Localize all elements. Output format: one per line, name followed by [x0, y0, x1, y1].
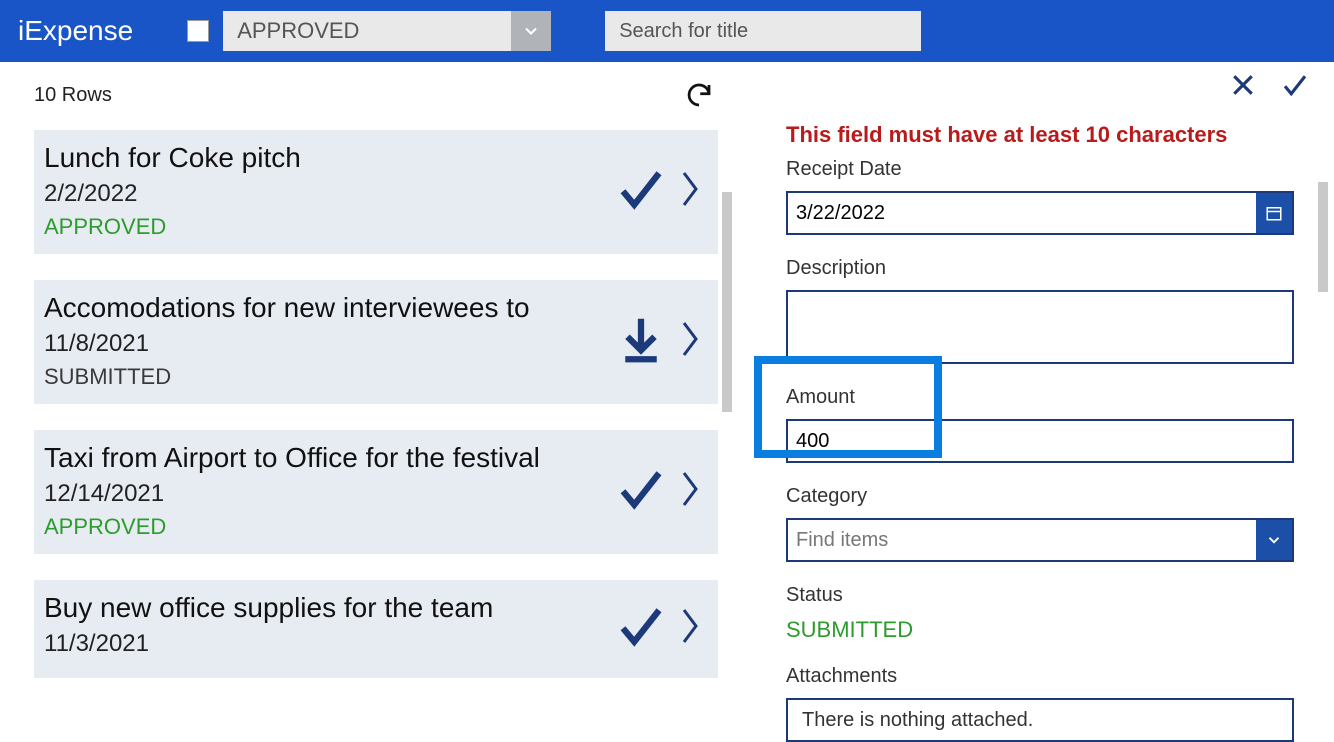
- expense-status: SUBMITTED: [44, 364, 614, 390]
- expense-status: APPROVED: [44, 214, 614, 240]
- expense-title: Lunch for Coke pitch: [44, 142, 614, 174]
- amount-label: Amount: [786, 386, 855, 409]
- status-label: Status: [786, 584, 1310, 607]
- category-input[interactable]: [788, 520, 1256, 560]
- check-icon[interactable]: [614, 599, 668, 658]
- chevron-right-icon[interactable]: [678, 167, 702, 216]
- app-title: iExpense: [18, 15, 133, 47]
- filter-select[interactable]: APPROVED: [223, 11, 551, 51]
- row-count: 10 Rows: [34, 84, 112, 107]
- receipt-date-field[interactable]: [786, 191, 1294, 235]
- filter-checkbox[interactable]: [187, 20, 209, 42]
- app-header: iExpense APPROVED: [0, 0, 1334, 62]
- detail-scrollbar[interactable]: [1318, 182, 1328, 292]
- search-input[interactable]: [605, 11, 921, 51]
- chevron-right-icon[interactable]: [678, 604, 702, 653]
- expense-card[interactable]: Taxi from Airport to Office for the fest…: [34, 430, 718, 554]
- description-input[interactable]: [786, 290, 1294, 364]
- expense-title: Taxi from Airport to Office for the fest…: [44, 442, 614, 474]
- expense-card[interactable]: Lunch for Coke pitch 2/2/2022 APPROVED: [34, 130, 718, 254]
- description-label: Description: [786, 257, 1310, 280]
- chevron-down-icon[interactable]: [1256, 520, 1292, 560]
- category-field[interactable]: [786, 518, 1294, 562]
- amount-input[interactable]: [788, 421, 1292, 461]
- attachments-empty-text: There is nothing attached.: [802, 709, 1033, 732]
- category-label: Category: [786, 485, 1310, 508]
- expense-card[interactable]: Buy new office supplies for the team 11/3…: [34, 580, 718, 678]
- detail-panel: This field must have at least 10 charact…: [740, 62, 1334, 722]
- attachments-box[interactable]: There is nothing attached.: [786, 698, 1294, 742]
- expense-title: Buy new office supplies for the team: [44, 592, 614, 624]
- expense-title: Accomodations for new interviewees to: [44, 292, 614, 324]
- chevron-right-icon[interactable]: [678, 317, 702, 366]
- receipt-date-input[interactable]: [788, 193, 1256, 233]
- status-value: SUBMITTED: [786, 617, 1310, 643]
- chevron-right-icon[interactable]: [678, 467, 702, 516]
- expense-list-panel: 10 Rows Lunch for Coke pitch 2/2/2022 APPR…: [0, 62, 740, 722]
- expense-date: 12/14/2021: [44, 480, 614, 508]
- close-icon[interactable]: [1228, 70, 1258, 105]
- expense-status: APPROVED: [44, 514, 614, 540]
- confirm-icon[interactable]: [1280, 70, 1310, 105]
- list-scrollbar[interactable]: [722, 192, 732, 412]
- check-icon[interactable]: [614, 462, 668, 521]
- calendar-icon[interactable]: [1256, 193, 1292, 233]
- validation-error: This field must have at least 10 charact…: [786, 122, 1310, 148]
- expense-date: 11/8/2021: [44, 330, 614, 358]
- expense-date: 2/2/2022: [44, 180, 614, 208]
- receipt-date-label: Receipt Date: [786, 158, 1310, 181]
- expense-date: 11/3/2021: [44, 630, 614, 658]
- filter-value: APPROVED: [237, 18, 359, 44]
- expense-card[interactable]: Accomodations for new interviewees to 11/…: [34, 280, 718, 404]
- main-area: 10 Rows Lunch for Coke pitch 2/2/2022 APPR…: [0, 62, 1334, 722]
- amount-field[interactable]: [786, 419, 1294, 463]
- refresh-icon[interactable]: [684, 80, 714, 110]
- check-icon[interactable]: [614, 162, 668, 221]
- chevron-down-icon: [511, 11, 551, 51]
- attachments-label: Attachments: [786, 665, 1310, 688]
- download-icon[interactable]: [614, 312, 668, 371]
